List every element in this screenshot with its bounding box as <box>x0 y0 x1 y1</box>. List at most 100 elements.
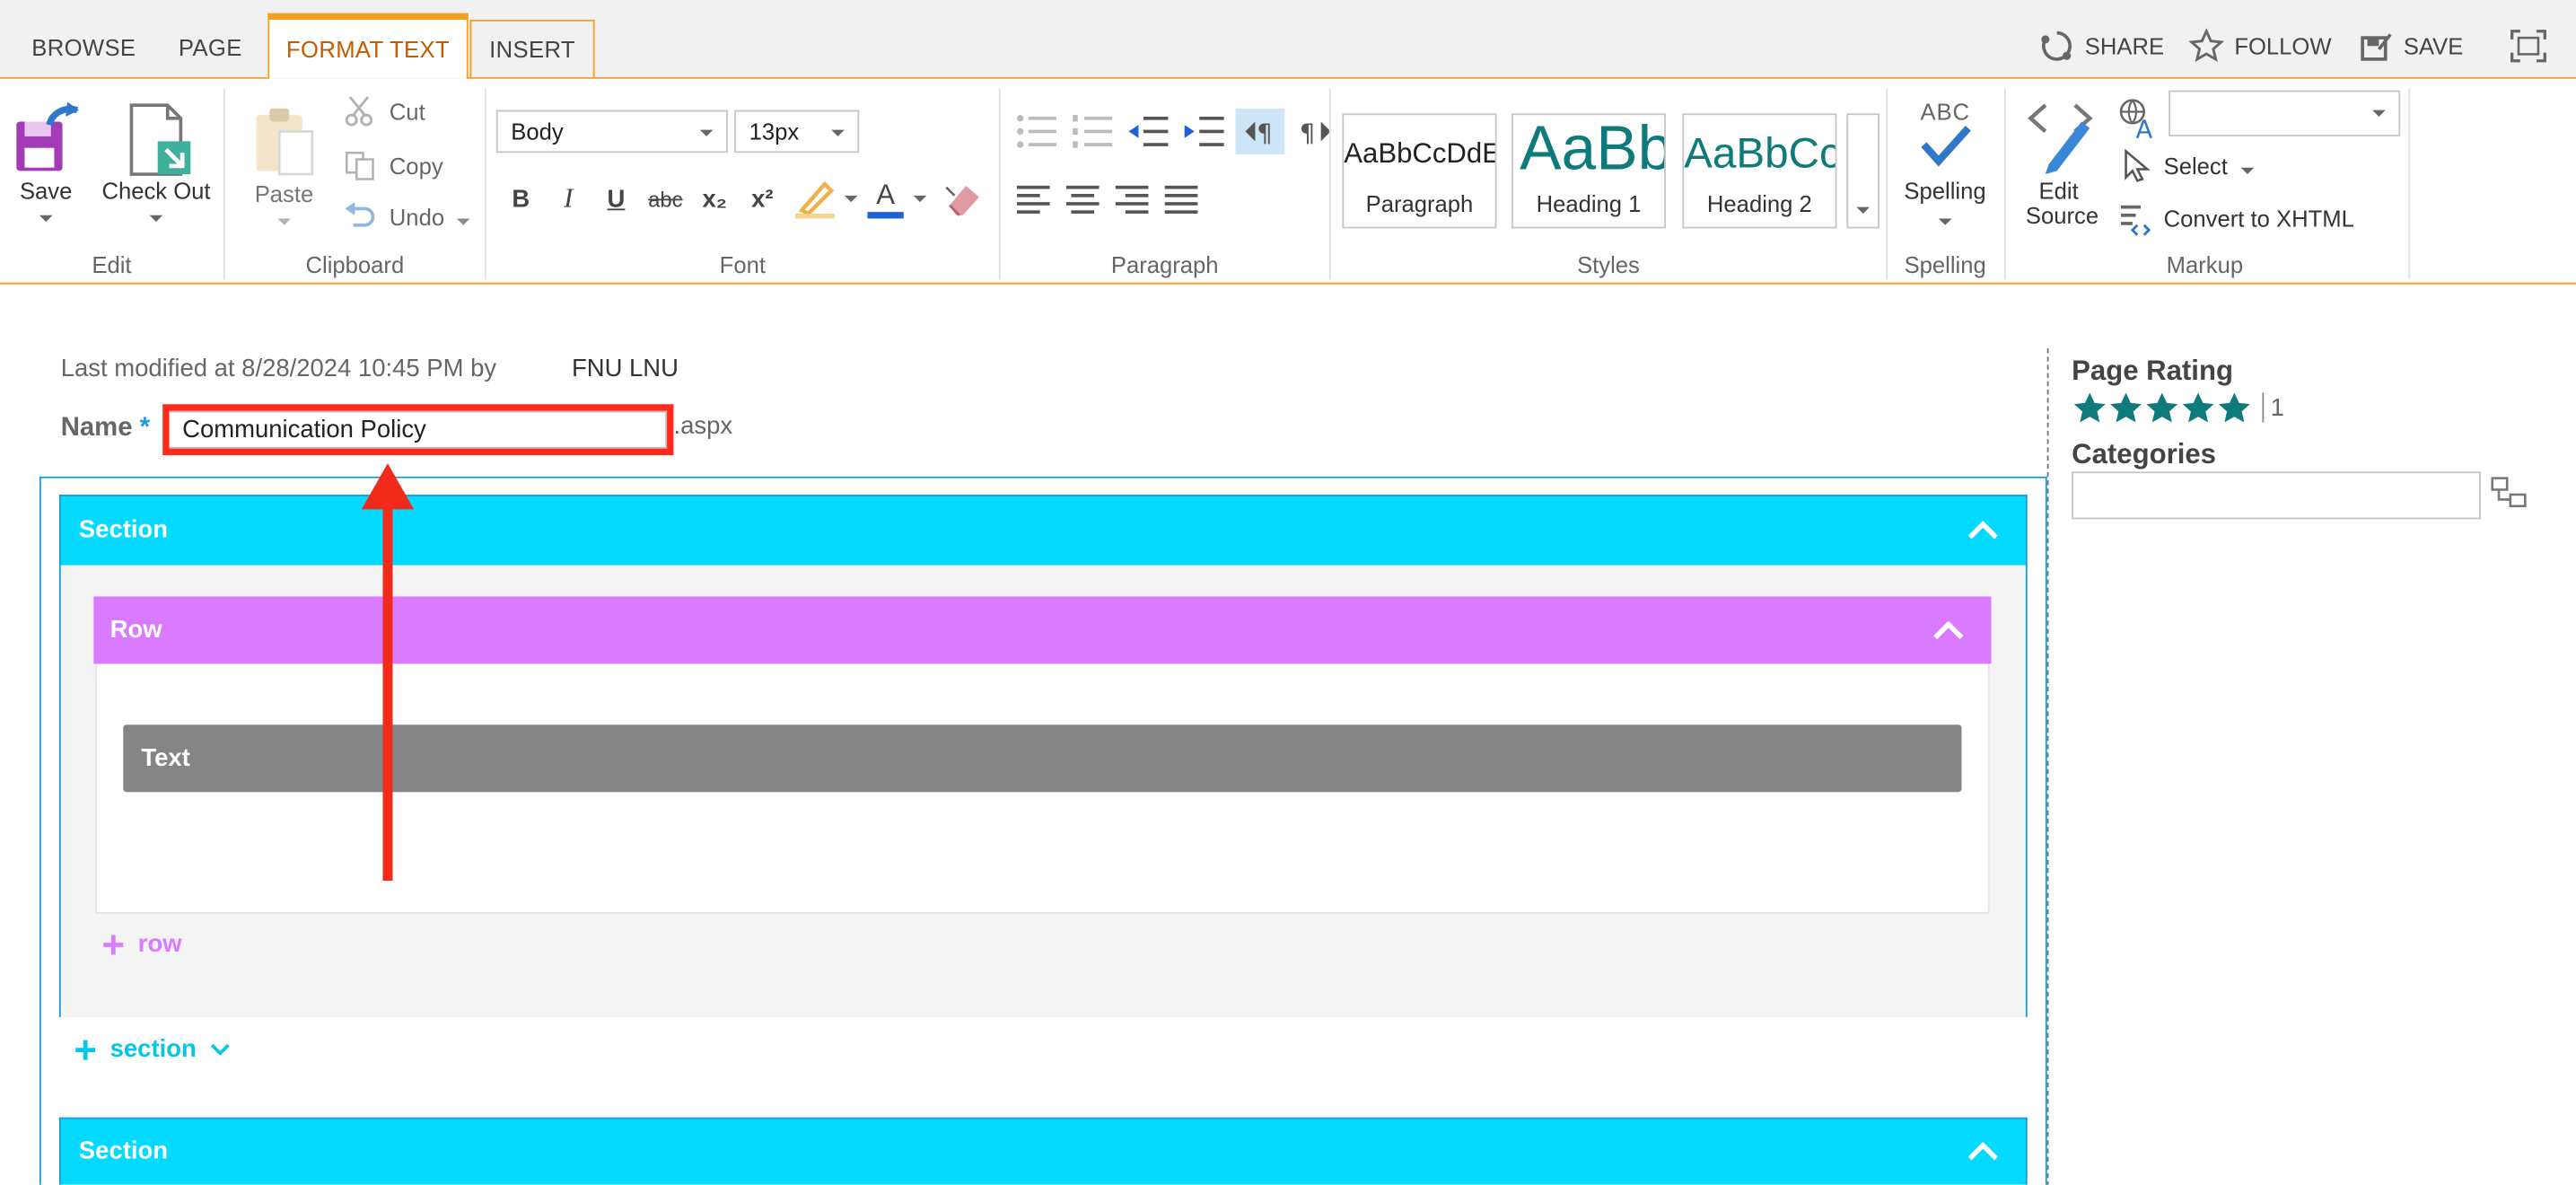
rating-separator <box>2262 392 2265 423</box>
chevron-up-icon[interactable] <box>1967 496 2000 566</box>
tab-page[interactable]: PAGE <box>161 16 259 79</box>
align-left-icon[interactable] <box>1012 178 1056 221</box>
cut-label: Cut <box>389 98 425 126</box>
cut-button[interactable]: Cut <box>344 95 425 128</box>
undo-dropdown-arrow[interactable] <box>457 218 471 225</box>
font-color-button[interactable]: A <box>867 174 933 224</box>
categories-title: Categories <box>2072 438 2216 470</box>
browse-categories-button[interactable] <box>2489 475 2528 519</box>
group-label-styles: Styles <box>1577 251 1640 278</box>
focus-on-content-button[interactable] <box>2509 28 2548 72</box>
chevron-down-icon <box>831 129 845 136</box>
rating-star-icon[interactable] <box>2072 391 2107 425</box>
font-style-select[interactable]: Body <box>495 110 728 154</box>
last-modified-text: Last modified at 8/28/2024 10:45 PM by <box>60 355 497 383</box>
chevron-up-icon[interactable] <box>1932 596 1966 663</box>
categories-input[interactable] <box>2072 471 2481 520</box>
superscript-button[interactable]: x² <box>741 178 784 221</box>
edit-source-label-1: Edit <box>2038 177 2079 204</box>
font-style-value: Body <box>511 118 564 145</box>
rtl-paragraph-icon[interactable]: ¶ <box>1292 109 1341 154</box>
underline-button[interactable]: U <box>595 178 638 221</box>
edit-source-icon <box>2028 103 2093 175</box>
spelling-dropdown-arrow[interactable] <box>1938 218 1952 225</box>
tab-insert[interactable]: INSERT <box>469 19 595 79</box>
section-2-header[interactable]: Section <box>60 1119 2026 1185</box>
decrease-indent-icon[interactable] <box>1124 109 1173 154</box>
tab-browse[interactable]: BROWSE <box>13 16 154 79</box>
clear-format-button[interactable] <box>943 178 986 229</box>
paste-dropdown-arrow[interactable] <box>277 218 291 225</box>
styles-more-button[interactable] <box>1846 113 1879 229</box>
rating-star-icon[interactable] <box>2107 391 2143 425</box>
last-modified-user[interactable]: FNU LNU <box>572 355 679 382</box>
svg-text:¶: ¶ <box>1300 119 1315 147</box>
share-button[interactable]: SHARE <box>2039 26 2165 66</box>
language-icon[interactable]: A <box>2117 97 2160 148</box>
check-out-button[interactable] <box>128 101 194 185</box>
bold-button[interactable]: B <box>499 178 542 221</box>
font-color-icon: A <box>867 180 904 219</box>
style-heading-1[interactable]: AaBb Heading 1 <box>1511 113 1667 229</box>
share-label: SHARE <box>2084 32 2165 59</box>
style-heading-2[interactable]: AaBbCc Heading 2 <box>1682 113 1837 229</box>
rating-star-icon[interactable] <box>2180 391 2216 425</box>
highlight-color-button[interactable] <box>792 174 867 224</box>
style-paragraph[interactable]: AaBbCcDdE Paragraph <box>1342 113 1497 229</box>
plus-icon <box>75 1039 96 1059</box>
save-top-button[interactable]: SAVE <box>2358 26 2464 66</box>
chevron-down-icon <box>2240 167 2255 175</box>
group-label-font: Font <box>719 251 766 278</box>
undo-button[interactable]: Undo <box>344 200 471 233</box>
row-header[interactable]: Row <box>93 596 1992 664</box>
strikethrough-button[interactable]: abc <box>644 178 688 221</box>
scissors-icon <box>345 96 373 127</box>
add-section-label: section <box>110 1035 197 1064</box>
save-floppy-icon <box>16 101 79 171</box>
ltr-button[interactable]: ¶ <box>1235 108 1285 155</box>
style-heading-1-name: Heading 1 <box>1536 190 1642 217</box>
edit-source-button[interactable] <box>2026 99 2098 182</box>
add-row-button[interactable]: row <box>101 930 182 958</box>
tab-format-text[interactable]: FORMAT TEXT <box>267 13 469 79</box>
copy-button[interactable]: Copy <box>344 150 443 183</box>
save-dropdown-arrow[interactable] <box>39 215 53 223</box>
italic-button[interactable]: I <box>548 178 591 221</box>
style-paragraph-sample: AaBbCcDdE <box>1344 137 1497 170</box>
save-ribbon-button[interactable] <box>13 101 83 182</box>
convert-to-xhtml-button[interactable]: Convert to XHTML <box>2117 200 2354 236</box>
page-rating-stars[interactable]: 1 <box>2072 391 2284 425</box>
increase-indent-icon[interactable] <box>1179 109 1229 154</box>
ribbon-bottom-border <box>0 282 2576 285</box>
chevron-up-icon[interactable] <box>1967 1119 2000 1185</box>
align-right-icon[interactable] <box>1110 178 1153 221</box>
bullet-list-icon[interactable] <box>1012 109 1062 154</box>
select-label: Select <box>2163 153 2228 180</box>
add-section-button[interactable]: section <box>74 1035 229 1063</box>
select-button[interactable]: Select <box>2121 148 2255 184</box>
justify-icon[interactable] <box>1160 178 1203 221</box>
list-button-row: ¶ ¶ <box>1012 108 1341 155</box>
paste-button[interactable] <box>253 105 319 186</box>
language-select[interactable] <box>2169 90 2401 136</box>
save-edit-icon <box>2361 33 2392 61</box>
undo-label: Undo <box>389 203 445 231</box>
rating-star-icon[interactable] <box>2216 391 2252 425</box>
numbered-list-icon[interactable] <box>1068 109 1117 154</box>
text-web-part-header[interactable]: Text <box>123 724 1962 793</box>
rating-star-icon[interactable] <box>2144 391 2180 425</box>
follow-button[interactable]: FOLLOW <box>2188 26 2332 66</box>
check-out-dropdown-arrow[interactable] <box>149 215 163 223</box>
font-size-select[interactable]: 13px <box>734 110 860 154</box>
subscript-button[interactable]: x₂ <box>693 178 736 221</box>
align-center-icon[interactable] <box>1061 178 1104 221</box>
style-heading-2-name: Heading 2 <box>1706 190 1812 217</box>
section-header[interactable]: Section <box>60 496 2026 566</box>
group-label-paragraph: Paragraph <box>1110 251 1219 278</box>
save-top-label: SAVE <box>2403 32 2464 59</box>
name-label-text: Name <box>60 414 133 443</box>
check-out-icon <box>129 103 191 176</box>
spelling-label: Spelling <box>1904 177 1986 204</box>
spelling-button[interactable]: ABC <box>1906 99 1985 176</box>
eraser-icon <box>945 185 979 216</box>
